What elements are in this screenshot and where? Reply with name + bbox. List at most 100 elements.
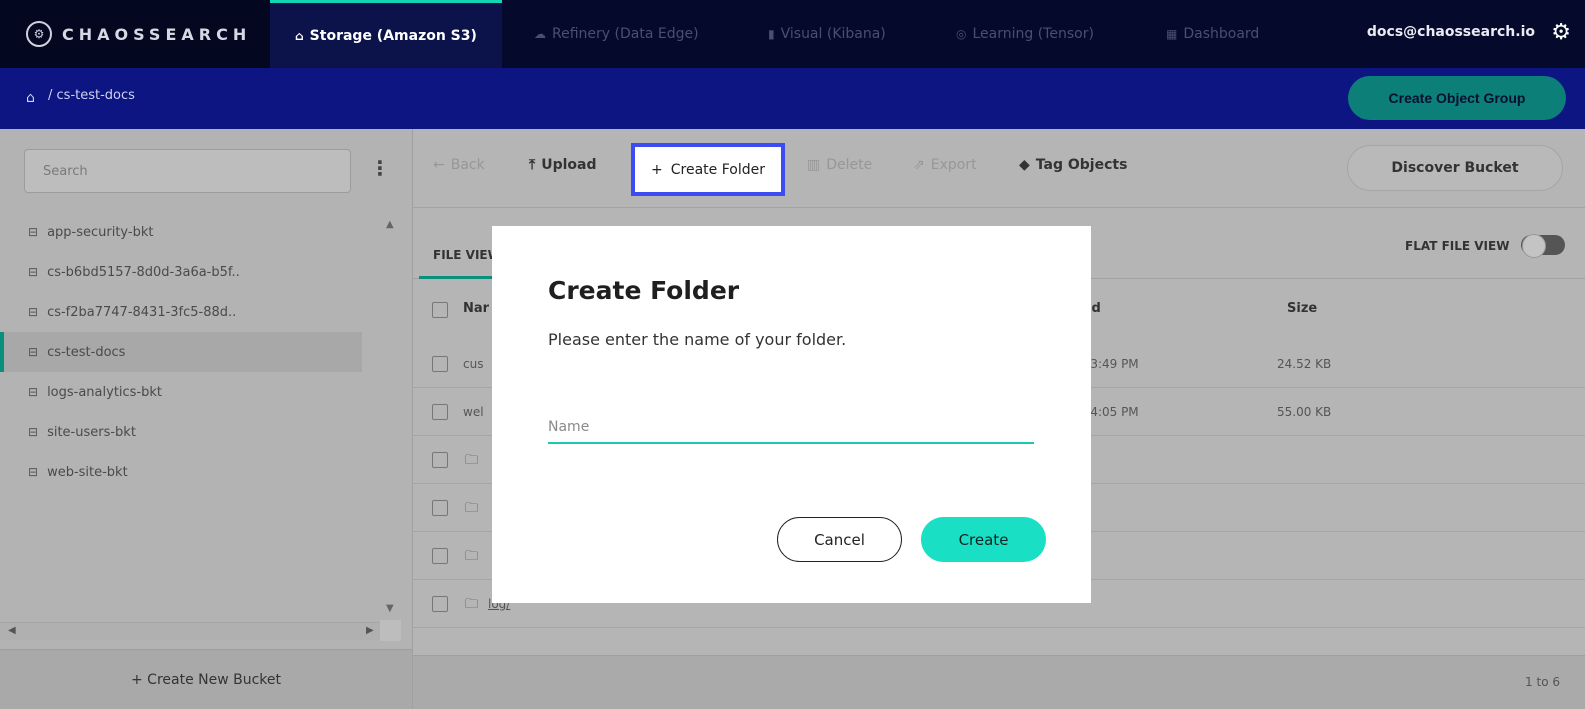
bucket-name: logs-analytics-bkt [47,384,163,400]
folder-icon: 🗀 [465,597,479,612]
export-button[interactable]: ⇗ Export [913,157,977,173]
tab-learning[interactable]: ◎ Learning (Tensor) [956,0,1094,68]
file-size: 24.52 KB [1277,357,1332,371]
export-icon: ⇗ [913,157,925,173]
folder-name-input[interactable] [548,412,1034,444]
breadcrumb-separator: / [48,88,53,103]
flat-file-view-label: FLAT FILE VIEW [1405,239,1510,253]
bucket-name: app-security-bkt [47,224,154,240]
toolbar: ← Back ⤒ Upload + Create Folder ▥ Delete… [413,129,1585,207]
top-navigation: ⚙ CHAOSSEARCH ⌂ Storage (Amazon S3) ☁ Re… [0,0,1585,68]
sidebar: Search ⋮ ⊟ app-security-bkt ⊟ cs-b6bd515… [0,129,412,709]
sidebar-item-logs-analytics-bkt[interactable]: ⊟ logs-analytics-bkt [0,372,362,412]
tag-objects-button[interactable]: ◆ Tag Objects [1019,157,1127,173]
create-folder-button[interactable]: + Create Folder [631,143,785,196]
bucket-name: site-users-bkt [47,424,136,440]
scroll-left-arrow-icon[interactable]: ◀ [8,625,16,636]
sidebar-item-cs-test-docs[interactable]: ⊟ cs-test-docs [0,332,362,372]
tab-learning-label: Learning (Tensor) [972,26,1094,42]
tag-icon: ◆ [1019,157,1030,173]
scroll-right-arrow-icon[interactable]: ▶ [366,625,374,636]
file-name[interactable]: wel [463,405,484,419]
create-folder-dialog: Create Folder Please enter the name of y… [492,226,1091,603]
tab-refinery[interactable]: ☁ Refinery (Data Edge) [534,0,699,68]
row-checkbox[interactable] [432,548,448,564]
folder-icon: 🗀 [465,549,479,564]
tab-dashboard[interactable]: ▦ Dashboard [1166,0,1259,68]
delete-button[interactable]: ▥ Delete [807,157,872,173]
sidebar-item-cs-b6bd5157[interactable]: ⊟ cs-b6bd5157-8d0d-3a6a-b5f.. [0,252,362,292]
more-options-icon[interactable]: ⋮ [370,156,390,180]
scroll-down-arrow-icon[interactable]: ▼ [386,603,394,614]
discover-bucket-button[interactable]: Discover Bucket [1347,145,1563,191]
bucket-name: cs-b6bd5157-8d0d-3a6a-b5f.. [47,264,240,280]
plus-icon: + [651,161,663,178]
export-label: Export [930,157,977,173]
sidebar-item-site-users-bkt[interactable]: ⊟ site-users-bkt [0,412,362,452]
sidebar-item-app-security-bkt[interactable]: ⊟ app-security-bkt [0,212,362,252]
grid-icon: ▦ [1166,27,1178,41]
create-object-group-button[interactable]: Create Object Group [1348,76,1566,120]
tab-file-view[interactable]: FILE VIEW [433,248,501,262]
folder-icon: 🗀 [465,453,479,468]
cloud-icon: ☁ [534,27,546,41]
chaossearch-logo-icon: ⚙ [26,21,52,47]
bucket-icon: ⊟ [28,385,39,399]
bucket-icon: ⊟ [28,225,39,239]
tag-objects-label: Tag Objects [1035,157,1128,173]
scroll-up-arrow-icon[interactable]: ▲ [386,219,394,230]
scrollbar-corner [380,620,401,641]
flat-file-view-toggle[interactable] [1521,234,1565,258]
sidebar-item-cs-f2ba7747[interactable]: ⊟ cs-f2ba7747-8431-3fc5-88d.. [0,292,362,332]
cancel-button[interactable]: Cancel [777,517,902,562]
bucket-icon: ⊟ [28,425,39,439]
row-checkbox[interactable] [432,452,448,468]
row-checkbox[interactable] [432,500,448,516]
bucket-icon: ⌂ [295,28,304,43]
row-checkbox[interactable] [432,404,448,420]
breadcrumb-current[interactable]: cs-test-docs [57,88,135,103]
table-footer: 1 to 6 [413,655,1585,709]
bucket-icon: ⊟ [28,465,39,479]
user-email[interactable]: docs@chaossearch.io [1367,24,1535,40]
column-header-name[interactable]: Nar [463,301,489,316]
column-header-size[interactable]: Size [1287,301,1317,316]
tab-refinery-label: Refinery (Data Edge) [552,26,699,42]
dialog-message: Please enter the name of your folder. [548,330,847,349]
globe-icon: ◎ [956,27,967,41]
upload-icon: ⤒ [529,157,536,173]
home-icon[interactable]: ⌂ [26,90,35,106]
breadcrumb: / cs-test-docs [48,88,135,103]
bucket-icon: ⊟ [28,345,39,359]
search-input[interactable]: Search [24,149,351,193]
logo-text: CHAOSSEARCH [62,24,252,44]
logo[interactable]: ⚙ CHAOSSEARCH [0,0,270,68]
row-checkbox[interactable] [432,356,448,372]
bucket-name: cs-test-docs [47,344,126,360]
create-folder-label: Create Folder [670,161,765,178]
tab-dashboard-label: Dashboard [1183,26,1260,42]
create-new-bucket-button[interactable]: + Create New Bucket [0,649,412,709]
file-name[interactable]: cus [463,357,483,371]
gear-icon[interactable]: ⚙ [1551,20,1571,45]
delete-label: Delete [826,157,873,173]
folder-icon: 🗀 [465,501,479,516]
tab-storage[interactable]: ⌂ Storage (Amazon S3) [270,0,502,68]
bucket-name: web-site-bkt [47,464,128,480]
upload-label: Upload [541,157,597,173]
bar-chart-icon: ▮ [768,27,775,41]
sidebar-item-web-site-bkt[interactable]: ⊟ web-site-bkt [0,452,362,492]
tab-visual[interactable]: ▮ Visual (Kibana) [768,0,886,68]
bucket-icon: ⊟ [28,305,39,319]
create-button[interactable]: Create [921,517,1046,562]
breadcrumb-bar: ⌂ / cs-test-docs Create Object Group [0,68,1585,129]
select-all-checkbox[interactable] [432,302,448,318]
arrow-left-icon: ← [433,157,445,173]
file-size: 55.00 KB [1277,405,1332,419]
tab-storage-label: Storage (Amazon S3) [309,27,477,44]
row-checkbox[interactable] [432,596,448,612]
bucket-name: cs-f2ba7747-8431-3fc5-88d.. [47,304,237,320]
upload-button[interactable]: ⤒ Upload [529,157,596,173]
back-button[interactable]: ← Back [433,157,485,173]
horizontal-scrollbar[interactable]: ◀ ▶ [0,622,395,640]
